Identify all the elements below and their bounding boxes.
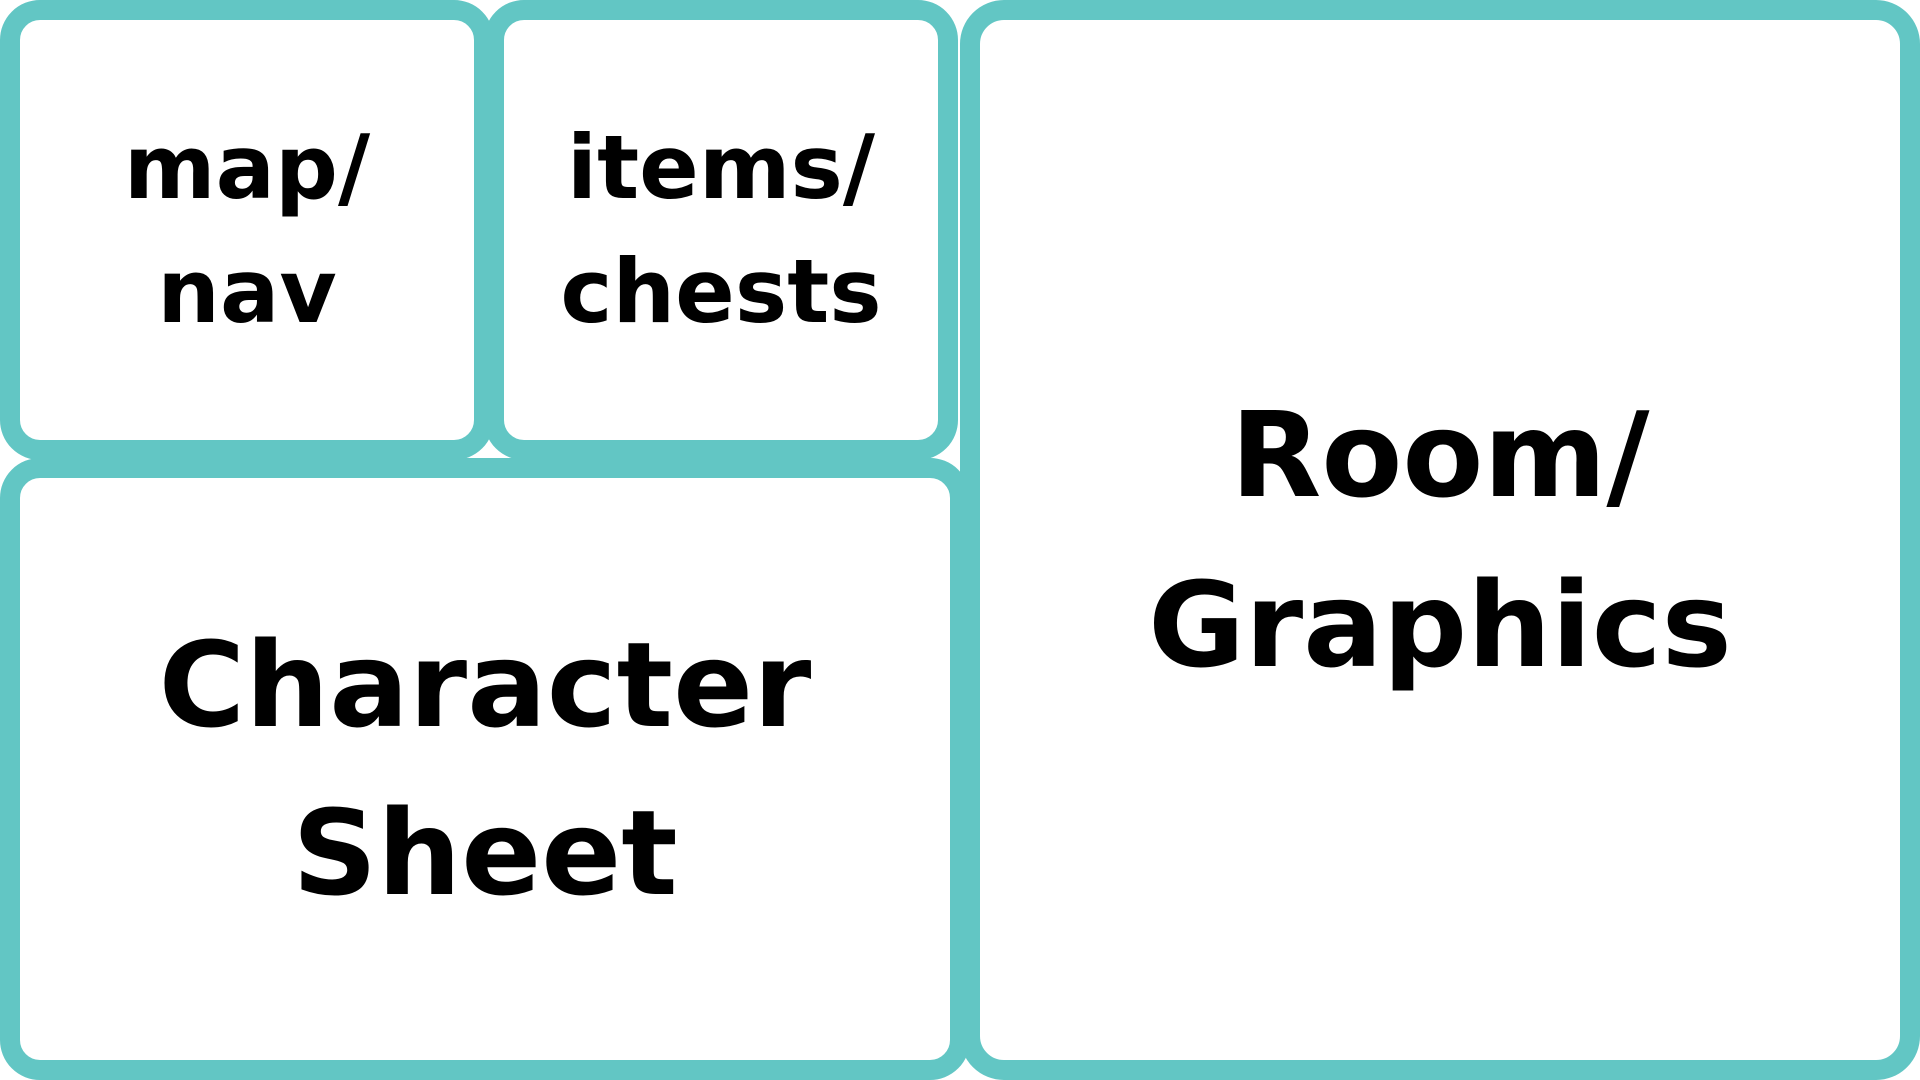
room-graphics-label-line-1: Room/ [1230,386,1650,524]
character-sheet-label-line-1: Character [158,616,812,754]
room-graphics-panel: Room/ Graphics [960,0,1920,1080]
layout-diagram: map/ nav items/ chests Room/ Graphics Ch… [0,0,1920,1080]
room-graphics-label-line-2: Graphics [1148,556,1732,694]
items-chests-label-line-2: chests [560,240,882,343]
items-chests-label: items/ chests [560,106,881,354]
map-nav-panel: map/ nav [0,0,494,460]
map-nav-label-line-2: nav [157,240,337,343]
items-chests-panel: items/ chests [484,0,958,460]
room-graphics-label: Room/ Graphics [1148,370,1732,710]
character-sheet-label-line-2: Sheet [292,784,678,922]
items-chests-label-line-1: items/ [566,116,876,219]
character-sheet-panel: Character Sheet [0,458,970,1080]
map-nav-label: map/ nav [124,106,370,354]
map-nav-label-line-1: map/ [123,116,371,219]
character-sheet-label: Character Sheet [159,601,812,937]
